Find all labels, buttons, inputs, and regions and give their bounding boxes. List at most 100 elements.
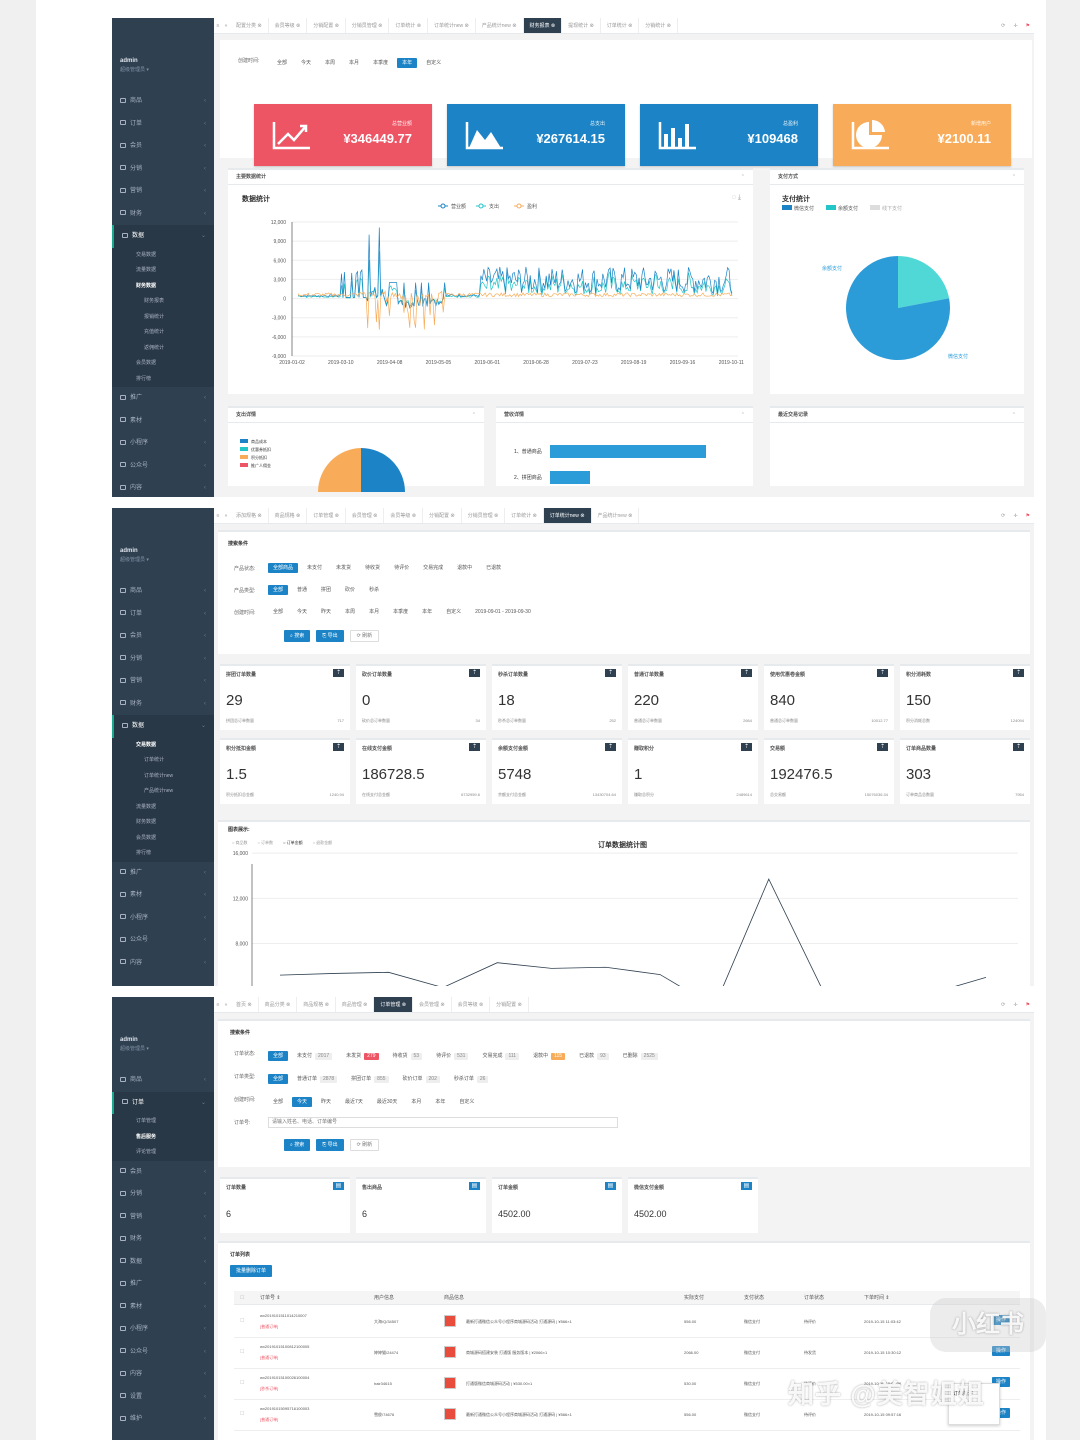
menu-toggle-icon[interactable]: ≡ (214, 997, 222, 1012)
admin-role[interactable]: 超级管理员 ▾ (120, 66, 214, 73)
filter-option-item-0[interactable]: 全部 (268, 585, 289, 595)
filter-option-item-1[interactable]: 普通 (292, 585, 312, 595)
sidebar-item-7[interactable]: 推广 ‹ (112, 862, 214, 885)
type-option-item-4[interactable]: 秒杀订单 26 (449, 1074, 494, 1084)
filter-option-item-0[interactable]: 全部 (272, 58, 292, 68)
tab-prev-icon[interactable]: « (222, 18, 230, 33)
submenu-item-2[interactable]: 订单统计new (112, 769, 214, 785)
sidebar-item-2[interactable]: 会员 ‹ (112, 1161, 214, 1184)
filter-option-item-0[interactable]: 全部 (268, 607, 288, 617)
fullscreen-icon[interactable]: ✛ (1013, 513, 1017, 519)
submenu-item-4[interactable]: 流量数据 (112, 800, 214, 816)
menu-toggle-icon[interactable]: ≡ (214, 508, 222, 523)
refresh-icon[interactable]: ⟳ (1001, 23, 1005, 29)
submenu-item-1[interactable]: 订单统计 (112, 753, 214, 769)
filter-option-item-1[interactable]: 今天 (296, 58, 316, 68)
submenu-item-1[interactable]: 售后服务 (112, 1130, 214, 1146)
submenu-item-7[interactable]: 会员数据 (112, 356, 214, 372)
sidebar-item-6[interactable]: 数据 ⌄ (112, 715, 214, 738)
sidebar-item-9[interactable]: 小程序 ‹ (112, 907, 214, 930)
submenu-item-1[interactable]: 流量数据 (112, 263, 214, 279)
tab-item-0[interactable]: 添加规格 ⊗ (230, 508, 269, 523)
collapse-icon[interactable]: ⌃ (1012, 170, 1016, 185)
flag-icon[interactable]: ⚑ (1026, 23, 1030, 29)
sidebar-item-11[interactable]: 内容 ‹ (112, 952, 214, 975)
collapse-icon[interactable]: ⌃ (472, 408, 476, 423)
tab-item-7[interactable]: 财务报表 ⊗ (523, 18, 563, 33)
sidebar-item-0[interactable]: 商品 ‹ (112, 1069, 214, 1092)
filter-option-item-5[interactable]: 交易完成 (418, 563, 448, 573)
tab-item-2[interactable]: 分销配置 ⊗ (307, 18, 346, 33)
legend-item-0[interactable]: 微信支付 (782, 205, 814, 212)
tab-item-1[interactable]: 会员等级 ⊗ (269, 18, 308, 33)
time-option-item-6[interactable]: 本年 (430, 1097, 450, 1107)
tab-item-2[interactable]: 商品规格 ⊗ (297, 997, 336, 1012)
sidebar-item-3[interactable]: 分销 ‹ (112, 1183, 214, 1206)
column-header-item-0[interactable]: 订单号 ⇕ (260, 1291, 281, 1305)
type-option-item-0[interactable]: 全部 (268, 1074, 289, 1084)
time-option-item-0[interactable]: 全部 (268, 1097, 288, 1107)
filter-option-item-2[interactable]: 本周 (320, 58, 340, 68)
legend-item-1[interactable]: ○ 订单数 (258, 840, 274, 845)
filter-option-item-4[interactable]: 本月 (364, 607, 384, 617)
sidebar-item-10[interactable]: 公众号 ‹ (112, 455, 214, 478)
sidebar-item-8[interactable]: 素材 ‹ (112, 1296, 214, 1319)
type-option-item-2[interactable]: 拼团订单 855 (346, 1074, 393, 1084)
export-button[interactable]: ⎘ 导出 (316, 1139, 344, 1151)
order-no-input[interactable] (268, 1116, 618, 1128)
filter-option-item-7[interactable]: 已退款 (481, 563, 506, 573)
time-option-item-2[interactable]: 昨天 (316, 1097, 336, 1107)
tab-item-0[interactable]: 配置分类 ⊗ (230, 18, 269, 33)
collapse-icon[interactable]: ⌃ (741, 408, 745, 423)
sidebar-item-9[interactable]: 小程序 ‹ (112, 1318, 214, 1341)
tab-item-7[interactable]: 分销配置 ⊗ (490, 997, 529, 1012)
sidebar-item-7[interactable]: 推广 ‹ (112, 387, 214, 410)
batch-delete-button[interactable]: 批量删除订单 (230, 1265, 273, 1277)
filter-option-item-1[interactable]: 未支付 (302, 563, 327, 573)
sidebar-item-0[interactable]: 商品 ‹ (112, 90, 214, 113)
filter-option-item-4[interactable]: 本季度 (368, 58, 393, 68)
time-option-item-7[interactable]: 自定义 (454, 1097, 479, 1107)
tab-item-10[interactable]: 分销统计 ⊗ (639, 18, 678, 33)
filter-option-item-3[interactable]: 本周 (340, 607, 360, 617)
tab-item-8[interactable]: 提现统计 ⊗ (562, 18, 601, 33)
sidebar-item-13[interactable]: 维护 ‹ (112, 1408, 214, 1431)
refresh-icon[interactable]: ⟳ (1001, 1002, 1005, 1008)
sidebar-item-1[interactable]: 订单 ⌄ (112, 1091, 214, 1114)
collapse-icon[interactable]: ⌃ (741, 170, 745, 185)
sidebar-item-11[interactable]: 内容 ‹ (112, 1363, 214, 1386)
fullscreen-icon[interactable]: ✛ (1013, 1002, 1017, 1008)
submenu-item-0[interactable]: 交易数据 (112, 738, 214, 754)
time-option-item-5[interactable]: 本月 (406, 1097, 426, 1107)
flag-icon[interactable]: ⚑ (1026, 1002, 1030, 1008)
sidebar-item-5[interactable]: 财务 ‹ (112, 203, 214, 226)
tab-item-9[interactable]: 订单统计 ⊗ (601, 18, 640, 33)
sidebar-item-0[interactable]: 商品 ‹ (112, 580, 214, 603)
filter-option-item-7[interactable]: 自定义 (441, 607, 466, 617)
sidebar-item-8[interactable]: 素材 ‹ (112, 410, 214, 433)
status-option-item-2[interactable]: 未发货 279 (341, 1051, 383, 1061)
filter-option-item-5[interactable]: 本年 (397, 58, 418, 68)
sidebar-item-4[interactable]: 营销 ‹ (112, 180, 214, 203)
refresh-button[interactable]: ⟳ 刷新 (349, 1139, 380, 1151)
row-checkbox[interactable]: ☐ (240, 1411, 244, 1417)
type-option-item-1[interactable]: 普通订单 2878 (292, 1074, 342, 1084)
type-option-item-3[interactable]: 砍价订单 202 (398, 1074, 445, 1084)
tab-item-5[interactable]: 会员管理 ⊗ (413, 997, 452, 1012)
sidebar-item-12[interactable]: 设置 ‹ (112, 1386, 214, 1409)
tab-item-3[interactable]: 商品管理 ⊗ (336, 997, 375, 1012)
status-option-item-6[interactable]: 退款中 115 (528, 1051, 570, 1061)
row-checkbox[interactable]: ☐ (240, 1380, 244, 1386)
tab-item-1[interactable]: 商品分类 ⊗ (259, 997, 298, 1012)
legend-item-2[interactable]: ○ 订单金额 (283, 840, 303, 845)
flag-icon[interactable]: ⚑ (1026, 513, 1030, 519)
column-header-item-6[interactable]: 下单时间 ⇕ (864, 1291, 890, 1305)
search-button[interactable]: ⌕ 搜索 (284, 1139, 311, 1151)
submenu-item-5[interactable]: 财务数据 (112, 815, 214, 831)
filter-option-item-8[interactable]: 2019-09-01 - 2019-09-30 (470, 607, 536, 617)
legend-item-3[interactable]: ○ 退款金额 (313, 840, 333, 845)
legend-item-1[interactable]: 余额支付 (826, 205, 858, 212)
legend-item-2[interactable]: 线下支付 (870, 205, 902, 212)
tab-item-4[interactable]: 订单管理 ⊗ (374, 997, 413, 1012)
profile[interactable]: admin 超级管理员 ▾ (112, 997, 214, 1069)
